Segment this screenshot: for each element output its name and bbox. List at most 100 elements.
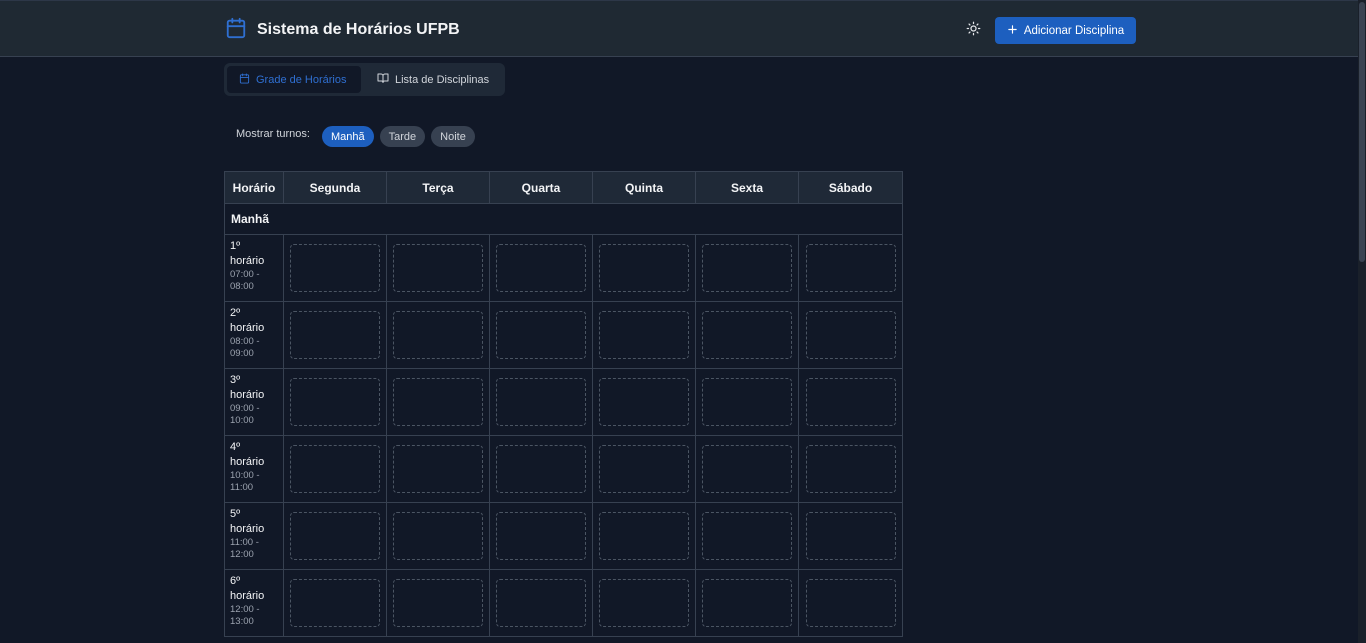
slot-time-start: 10:00 - [230, 470, 260, 481]
column-header-sabado: Sábado [798, 171, 903, 204]
empty-slot-dropzone[interactable] [702, 512, 792, 560]
empty-slot-dropzone[interactable] [290, 311, 380, 359]
section-title: Manhã [224, 203, 903, 235]
empty-slot-dropzone[interactable] [393, 579, 483, 627]
schedule-cell-terca [386, 234, 490, 302]
column-header-segunda: Segunda [283, 171, 387, 204]
tab-lista-de-disciplinas[interactable]: Lista de Disciplinas [365, 66, 501, 93]
empty-slot-dropzone[interactable] [805, 512, 896, 560]
empty-slot-dropzone[interactable] [805, 244, 896, 292]
slot-word: horário [230, 456, 265, 468]
slot-number: 3º [230, 374, 241, 386]
empty-slot-dropzone[interactable] [805, 378, 896, 426]
schedule-cell-sexta [695, 368, 799, 436]
empty-slot-dropzone[interactable] [290, 579, 380, 627]
empty-slot-dropzone[interactable] [393, 244, 483, 292]
empty-slot-dropzone[interactable] [599, 579, 689, 627]
empty-slot-dropzone[interactable] [496, 512, 586, 560]
empty-slot-dropzone[interactable] [393, 311, 483, 359]
slot-label: 1º horário 07:00 -08:00 [224, 234, 284, 302]
slot-time-end: 11:00 [230, 482, 254, 493]
table-row: 1º horário 07:00 -08:00 [224, 234, 903, 302]
empty-slot-dropzone[interactable] [290, 378, 380, 426]
add-discipline-button[interactable]: Adicionar Disciplina [995, 17, 1136, 44]
schedule-cell-sabado [798, 234, 903, 302]
turnos-filter: Mostrar turnos: Manhã Tarde Noite [236, 126, 481, 147]
empty-slot-dropzone[interactable] [393, 378, 483, 426]
empty-slot-dropzone[interactable] [702, 378, 792, 426]
empty-slot-dropzone[interactable] [393, 445, 483, 493]
empty-slot-dropzone[interactable] [702, 445, 792, 493]
slot-number: 5º [230, 508, 241, 520]
slot-label: 2º horário 08:00 -09:00 [224, 301, 284, 369]
turno-noite-toggle[interactable]: Noite [431, 126, 475, 147]
empty-slot-dropzone[interactable] [290, 512, 380, 560]
table-row: 5º horário 11:00 -12:00 [224, 502, 903, 570]
schedule-cell-sabado [798, 502, 903, 570]
empty-slot-dropzone[interactable] [496, 378, 586, 426]
schedule-cell-terca [386, 435, 490, 503]
theme-toggle-button[interactable] [963, 21, 983, 41]
slot-label: 6º horário 12:00 -13:00 [224, 569, 284, 637]
page-scrollbar[interactable] [1358, 0, 1366, 643]
empty-slot-dropzone[interactable] [805, 579, 896, 627]
empty-slot-dropzone[interactable] [496, 244, 586, 292]
empty-slot-dropzone[interactable] [599, 311, 689, 359]
slot-label: 5º horário 11:00 -12:00 [224, 502, 284, 570]
schedule-grid: Horário Segunda Terça Quarta Quinta Sext… [224, 171, 903, 637]
slot-time-start: 09:00 - [230, 403, 260, 414]
schedule-cell-quinta [592, 234, 696, 302]
app-header: Sistema de Horários UFPB Adicionar Disci… [0, 0, 1358, 57]
schedule-cell-sabado [798, 435, 903, 503]
schedule-cell-sexta [695, 234, 799, 302]
schedule-cell-quarta [489, 502, 593, 570]
slot-label: 3º horário 09:00 -10:00 [224, 368, 284, 436]
schedule-cell-quarta [489, 301, 593, 369]
column-header-quinta: Quinta [592, 171, 696, 204]
empty-slot-dropzone[interactable] [496, 311, 586, 359]
empty-slot-dropzone[interactable] [805, 445, 896, 493]
empty-slot-dropzone[interactable] [599, 378, 689, 426]
slot-time-start: 07:00 - [230, 269, 260, 280]
turno-manha-toggle[interactable]: Manhã [321, 126, 374, 147]
app-title: Sistema de Horários UFPB [257, 21, 460, 38]
slot-word: horário [230, 389, 265, 401]
table-row: 2º horário 08:00 -09:00 [224, 301, 903, 369]
turno-tarde-toggle[interactable]: Tarde [379, 126, 426, 147]
empty-slot-dropzone[interactable] [702, 311, 792, 359]
slot-time-start: 11:00 - [230, 537, 259, 548]
schedule-cell-terca [386, 569, 490, 637]
tab-grade-de-horarios[interactable]: Grade de Horários [227, 66, 361, 93]
empty-slot-dropzone[interactable] [805, 311, 896, 359]
schedule-cell-quinta [592, 301, 696, 369]
scrollbar-thumb[interactable] [1359, 2, 1365, 262]
empty-slot-dropzone[interactable] [599, 512, 689, 560]
empty-slot-dropzone[interactable] [290, 244, 380, 292]
empty-slot-dropzone[interactable] [496, 579, 586, 627]
slot-number: 2º [230, 307, 241, 319]
schedule-cell-terca [386, 368, 490, 436]
slot-number: 4º [230, 441, 241, 453]
schedule-cell-sexta [695, 502, 799, 570]
column-header-sexta: Sexta [695, 171, 799, 204]
empty-slot-dropzone[interactable] [393, 512, 483, 560]
schedule-cell-quinta [592, 368, 696, 436]
empty-slot-dropzone[interactable] [496, 445, 586, 493]
empty-slot-dropzone[interactable] [702, 244, 792, 292]
slot-word: horário [230, 255, 265, 267]
calendar-icon [239, 72, 250, 87]
view-tabs: Grade de Horários Lista de Disciplinas [224, 63, 505, 96]
slot-label: 4º horário 10:00 -11:00 [224, 435, 284, 503]
slot-time-start: 08:00 - [230, 336, 260, 347]
empty-slot-dropzone[interactable] [702, 579, 792, 627]
empty-slot-dropzone[interactable] [599, 445, 689, 493]
schedule-cell-sabado [798, 368, 903, 436]
empty-slot-dropzone[interactable] [599, 244, 689, 292]
empty-slot-dropzone[interactable] [290, 445, 380, 493]
slot-word: horário [230, 523, 265, 535]
plus-icon [1007, 24, 1018, 38]
schedule-cell-segunda [283, 569, 387, 637]
schedule-cell-quinta [592, 502, 696, 570]
schedule-cell-segunda [283, 301, 387, 369]
slot-number: 1º [230, 240, 241, 252]
